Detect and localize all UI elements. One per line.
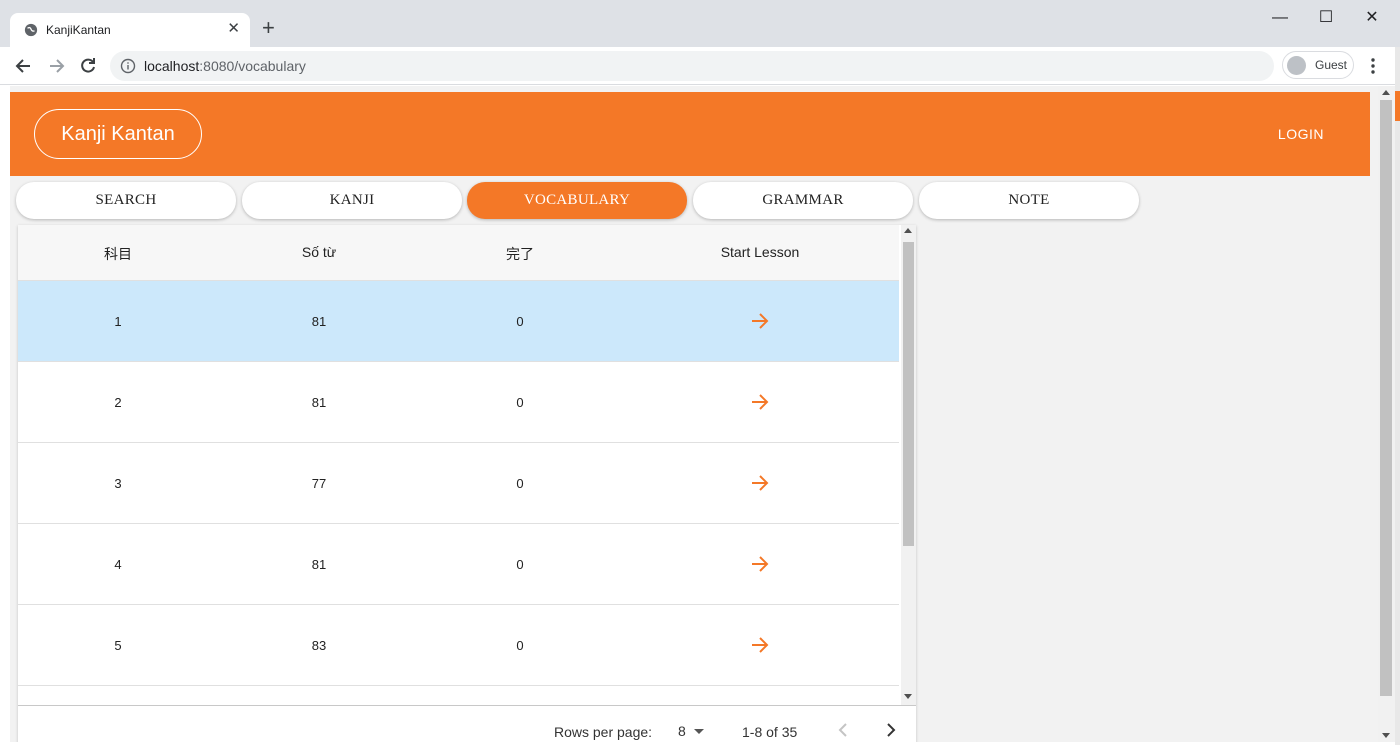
- cell-completed: 0: [516, 638, 524, 653]
- new-tab-button[interactable]: +: [262, 17, 275, 39]
- reload-icon[interactable]: [78, 56, 98, 76]
- profile-button[interactable]: Guest: [1282, 51, 1354, 79]
- cell-word-count: 81: [311, 557, 327, 572]
- rows-per-page-select[interactable]: 8: [678, 723, 686, 739]
- column-header-word-count[interactable]: Số từ: [279, 244, 359, 260]
- tab-kanji[interactable]: KANJI: [242, 182, 462, 219]
- browser-tab[interactable]: KanjiKantan ✕: [10, 13, 250, 47]
- column-header-completed[interactable]: 完了: [480, 244, 560, 264]
- cell-word-count: 77: [311, 476, 327, 491]
- arrow-right-icon[interactable]: [750, 554, 770, 574]
- arrow-right-icon[interactable]: [750, 473, 770, 493]
- browser-tabstrip: KanjiKantan ✕ + — ☐ ✕: [0, 0, 1400, 47]
- table-row[interactable]: [18, 686, 899, 705]
- globe-icon: [24, 23, 38, 37]
- scrollbar-thumb[interactable]: [1380, 100, 1392, 696]
- profile-label: Guest: [1315, 58, 1348, 72]
- cell-word-count: 81: [311, 314, 327, 329]
- cell-word-count: 81: [311, 395, 327, 410]
- browser-toolbar: localhost:8080/vocabulary Guest: [0, 47, 1400, 85]
- scroll-down-icon[interactable]: [1382, 733, 1390, 738]
- chevron-left-icon[interactable]: [836, 722, 850, 738]
- chevron-right-icon[interactable]: [884, 722, 898, 738]
- app-header: Kanji Kantan LOGIN: [10, 92, 1370, 176]
- cell-subject: 4: [114, 557, 122, 572]
- tab-search[interactable]: SEARCH: [16, 182, 236, 219]
- login-button[interactable]: LOGIN: [1278, 126, 1324, 142]
- caret-down-icon[interactable]: [694, 729, 704, 734]
- forward-icon[interactable]: [46, 56, 66, 76]
- table-body: 1 81 0 2 81 0 3 77 0 4 81 0 5 83 0: [18, 281, 899, 705]
- avatar-icon: [1287, 56, 1306, 75]
- page-scrollbar[interactable]: [1378, 86, 1395, 742]
- back-icon[interactable]: [14, 56, 34, 76]
- cell-completed: 0: [516, 395, 524, 410]
- tab-grammar[interactable]: GRAMMAR: [693, 182, 913, 219]
- cell-completed: 0: [516, 557, 524, 572]
- tab-vocabulary[interactable]: VOCABULARY: [467, 182, 687, 219]
- cell-completed: 0: [516, 314, 524, 329]
- menu-icon[interactable]: [1366, 57, 1380, 75]
- cell-subject: 1: [114, 314, 122, 329]
- tab-note[interactable]: NOTE: [919, 182, 1139, 219]
- info-icon[interactable]: [120, 58, 136, 74]
- rows-per-page-label: Rows per page:: [554, 724, 653, 740]
- table-row[interactable]: 2 81 0: [18, 362, 899, 443]
- cell-subject: 3: [114, 476, 122, 491]
- tab-title: KanjiKantan: [46, 23, 111, 37]
- scrollbar-thumb[interactable]: [903, 242, 914, 546]
- table-row[interactable]: 1 81 0: [18, 281, 899, 362]
- scroll-down-icon[interactable]: [904, 694, 912, 699]
- arrow-right-icon[interactable]: [750, 635, 770, 655]
- minimize-icon[interactable]: —: [1270, 8, 1290, 28]
- scroll-up-icon[interactable]: [1382, 90, 1390, 95]
- arrow-right-icon[interactable]: [750, 311, 770, 331]
- table-header: 科目 Số từ 完了 Start Lesson: [18, 225, 899, 281]
- column-header-start-lesson[interactable]: Start Lesson: [700, 244, 820, 260]
- url-text: localhost:8080/vocabulary: [144, 58, 306, 74]
- cell-word-count: 83: [311, 638, 327, 653]
- cell-subject: 5: [114, 638, 122, 653]
- close-icon[interactable]: ✕: [227, 21, 240, 37]
- scroll-up-icon[interactable]: [904, 228, 912, 233]
- page-edge: [0, 86, 10, 745]
- cell-completed: 0: [516, 476, 524, 491]
- cell-subject: 2: [114, 395, 122, 410]
- arrow-right-icon[interactable]: [750, 392, 770, 412]
- column-header-subject[interactable]: 科目: [78, 244, 158, 264]
- window-edge: [1395, 47, 1400, 745]
- window-close-icon[interactable]: ✕: [1362, 8, 1382, 28]
- table-row[interactable]: 4 81 0: [18, 524, 899, 605]
- page-range: 1-8 of 35: [742, 724, 798, 740]
- brand-logo-button[interactable]: Kanji Kantan: [34, 109, 202, 159]
- page-viewport: Kanji Kantan LOGIN SEARCH KANJI VOCABULA…: [10, 86, 1378, 742]
- window-edge-accent: [1395, 91, 1400, 121]
- table-pagination: Rows per page: 8 1-8 of 35: [18, 705, 916, 742]
- address-bar[interactable]: localhost:8080/vocabulary: [110, 51, 1274, 81]
- table-row[interactable]: 5 83 0: [18, 605, 899, 686]
- table-scrollbar[interactable]: [901, 225, 916, 705]
- lesson-table: 科目 Số từ 完了 Start Lesson 1 81 0 2 81 0 3…: [18, 225, 916, 742]
- maximize-icon[interactable]: ☐: [1316, 8, 1336, 28]
- table-row[interactable]: 3 77 0: [18, 443, 899, 524]
